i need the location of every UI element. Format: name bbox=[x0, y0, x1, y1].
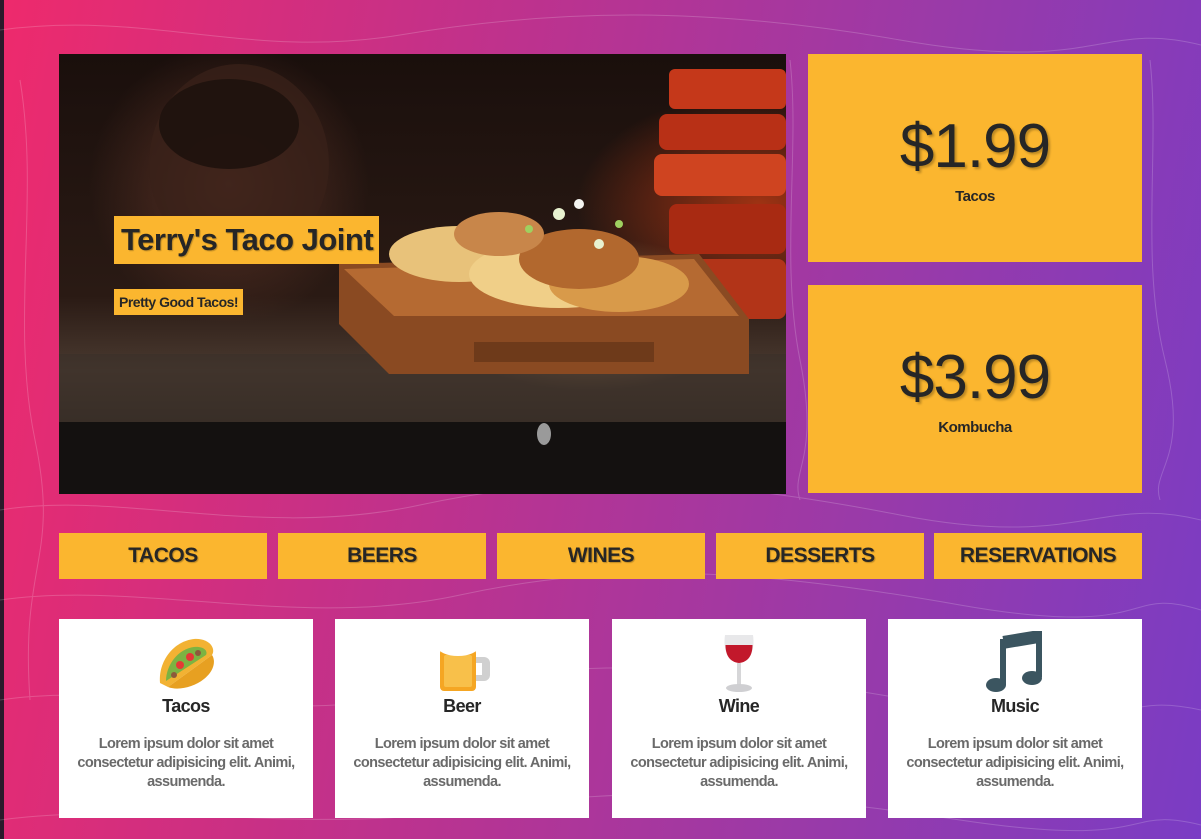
hero-photo-tacos bbox=[59, 64, 786, 494]
feature-card-beer: Beer Lorem ipsum dolor sit amet consecte… bbox=[335, 619, 589, 818]
feature-card-wine: Wine Lorem ipsum dolor sit amet consecte… bbox=[612, 619, 866, 818]
price-label: Kombucha bbox=[938, 419, 1012, 436]
hero-banner: Terry's Taco Joint Pretty Good Tacos! bbox=[59, 54, 786, 494]
feature-description: Lorem ipsum dolor sit amet consectetur a… bbox=[353, 736, 571, 790]
feature-description: Lorem ipsum dolor sit amet consectetur a… bbox=[77, 736, 295, 790]
feature-title: Tacos bbox=[162, 696, 210, 716]
price-box-tacos: $1.99 Tacos bbox=[808, 54, 1142, 262]
beer-mug-icon bbox=[438, 634, 490, 691]
music-note-icon bbox=[986, 631, 1042, 692]
wine-glass-icon bbox=[724, 635, 754, 692]
nav-reservations-button[interactable]: RESERVATIONS bbox=[934, 533, 1142, 579]
nav-tacos-button[interactable]: TACOS bbox=[59, 533, 267, 579]
hero-subtitle: Pretty Good Tacos! bbox=[114, 289, 244, 315]
price-value: $1.99 bbox=[899, 112, 1051, 181]
feature-title: Wine bbox=[718, 696, 760, 716]
feature-description: Lorem ipsum dolor sit amet consectetur a… bbox=[630, 736, 848, 790]
feature-card-tacos: Tacos Lorem ipsum dolor sit amet consect… bbox=[59, 619, 313, 818]
hero-title: Terry's Taco Joint bbox=[114, 216, 380, 264]
nav-beers-button[interactable]: BEERS bbox=[278, 533, 486, 579]
feature-title: Music bbox=[990, 696, 1040, 716]
feature-description: Lorem ipsum dolor sit amet consectetur a… bbox=[906, 736, 1124, 790]
nav-wines-button[interactable]: WINES bbox=[497, 533, 705, 579]
price-value: $3.99 bbox=[899, 343, 1051, 412]
price-box-kombucha: $3.99 Kombucha bbox=[808, 285, 1142, 493]
nav-desserts-button[interactable]: DESSERTS bbox=[716, 533, 924, 579]
taco-icon bbox=[159, 638, 214, 689]
feature-title: Beer bbox=[443, 696, 481, 716]
feature-card-music: Music Lorem ipsum dolor sit amet consect… bbox=[888, 619, 1142, 818]
price-label: Tacos bbox=[955, 188, 995, 205]
